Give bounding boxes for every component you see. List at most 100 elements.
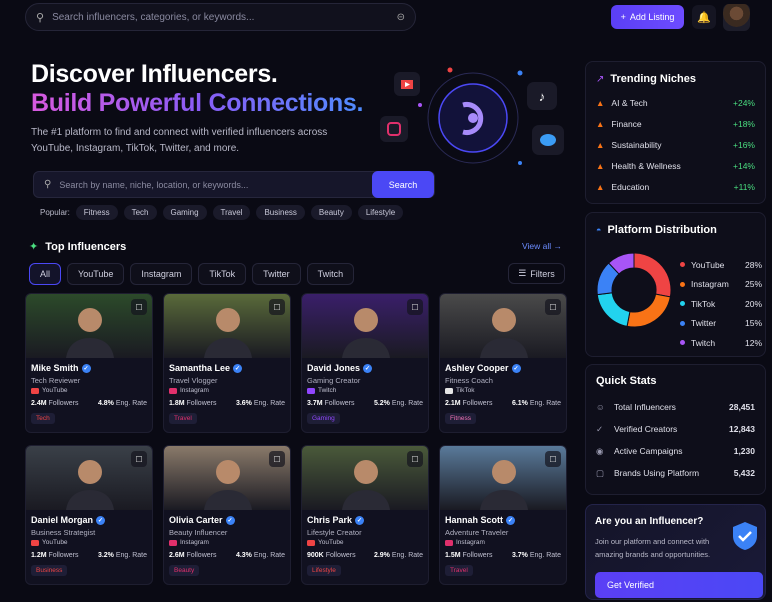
quick-stat-row: ▢ Brands Using Platform 5,432 — [596, 467, 755, 479]
tab-twitter[interactable]: Twitter — [252, 263, 301, 285]
influencer-card[interactable]: ☐ David Jones ✓ Gaming Creator Twitch 3.7… — [301, 293, 429, 433]
influencer-name: David Jones ✓ — [307, 363, 373, 373]
tab-youtube[interactable]: YouTube — [67, 263, 125, 285]
category-tag: Lifestyle — [307, 565, 341, 576]
donut-slice — [633, 252, 672, 298]
quick-stat-row: ☺ Total Influencers 28,451 — [596, 402, 755, 412]
panel-title: Platform Distribution — [607, 224, 717, 236]
influencer-role: Business Strategist — [31, 528, 96, 537]
platform-label: Instagram — [445, 539, 566, 546]
trending-item[interactable]: ▲ Sustainability +16% — [596, 134, 755, 155]
popular-chip[interactable]: Lifestyle — [357, 205, 404, 220]
stat-icon: ▢ — [596, 467, 605, 478]
verified-icon: ✓ — [225, 515, 235, 525]
influencer-stats: 2.6M Followers 4.3% Eng. Rate — [169, 552, 285, 559]
category-tag: Gaming — [307, 413, 340, 424]
influencer-name: Hannah Scott ✓ — [445, 515, 516, 525]
top-influencers-header: ✦ Top Influencers — [29, 240, 126, 254]
hero-search-input[interactable]: Search by name, niche, location, or keyw… — [59, 180, 372, 190]
popular-label: Popular: — [40, 208, 70, 217]
platform-distribution-panel: ◓ Platform Distribution YouTube 28% Instagr… — [585, 212, 766, 357]
influencer-photo: ☐ — [440, 294, 566, 358]
search-icon: ⚲ — [44, 179, 52, 190]
influencer-role: Beauty Influencer — [169, 528, 228, 537]
search-button[interactable]: Search — [372, 171, 434, 198]
influencer-name: Chris Park ✓ — [307, 515, 365, 525]
bookmark-icon[interactable]: ☐ — [545, 299, 561, 315]
platform-label: YouTube — [31, 387, 152, 394]
influencer-card[interactable]: ☐ Mike Smith ✓ Tech Reviewer YouTube 2.4M… — [25, 293, 153, 433]
trending-niches-panel: ↗ Trending Niches ▲ AI & Tech +24% ▲ Finance +… — [585, 61, 766, 204]
popular-chip[interactable]: Fitness — [75, 205, 118, 220]
platform-label: TikTok — [445, 387, 566, 394]
influencer-card[interactable]: ☐ Samantha Lee ✓ Travel Vlogger Instagram… — [163, 293, 291, 433]
platform-orbit-graphic: ♪ — [380, 67, 564, 165]
category-tag: Business — [31, 565, 68, 576]
verified-icon: ✓ — [233, 363, 243, 373]
influencer-stats: 2.1M Followers 6.1% Eng. Rate — [445, 400, 561, 407]
quick-stat-row: ✓ Verified Creators 12,843 — [596, 423, 755, 435]
verified-icon: ✓ — [363, 363, 373, 373]
top-search-bar[interactable]: ⚲ Search influencers, categories, or key… — [25, 3, 416, 31]
influencer-photo: ☐ — [26, 446, 152, 510]
trending-item[interactable]: ▲ Health & Wellness +14% — [596, 155, 755, 176]
top-search-input[interactable]: Search influencers, categories, or keywo… — [52, 12, 397, 23]
plus-icon: + — [620, 12, 626, 22]
influencer-card[interactable]: ☐ Daniel Morgan ✓ Business Strategist You… — [25, 445, 153, 585]
avatar[interactable] — [723, 4, 750, 31]
platform-icon — [31, 539, 39, 546]
notification-bell-icon[interactable]: 🔔 — [692, 5, 716, 29]
platform-label: YouTube — [307, 539, 428, 546]
influencer-photo: ☐ — [302, 294, 428, 358]
cta-text: Join our platform and connect with amazi… — [595, 537, 711, 559]
distribution-item: Twitch 12% — [680, 333, 762, 353]
category-tag: Tech — [31, 413, 55, 424]
verified-icon: ✓ — [96, 515, 106, 525]
tab-twitch[interactable]: Twitch — [306, 263, 355, 285]
hero-search-bar[interactable]: ⚲ Search by name, niche, location, or ke… — [33, 171, 435, 198]
influencer-stats: 1.8M Followers 3.6% Eng. Rate — [169, 400, 285, 407]
bookmark-icon[interactable]: ☐ — [131, 299, 147, 315]
panel-title: Trending Niches — [610, 73, 696, 85]
fire-icon: ▲ — [596, 118, 605, 129]
bookmark-icon[interactable]: ☐ — [269, 451, 285, 467]
bookmark-icon[interactable]: ☐ — [545, 451, 561, 467]
popular-chip[interactable]: Business — [256, 205, 305, 220]
distribution-item: Instagram 25% — [680, 275, 762, 295]
influencer-name: Mike Smith ✓ — [31, 363, 91, 373]
tab-all[interactable]: All — [29, 263, 62, 285]
trending-item[interactable]: ▲ Education +11% — [596, 176, 755, 197]
svg-text:♪: ♪ — [539, 89, 546, 104]
popular-chip[interactable]: Tech — [123, 205, 157, 220]
trending-item[interactable]: ▲ AI & Tech +24% — [596, 92, 755, 113]
bookmark-icon[interactable]: ☐ — [269, 299, 285, 315]
fire-icon: ▲ — [596, 139, 605, 150]
popular-chip[interactable]: Gaming — [162, 205, 207, 220]
category-tag: Travel — [445, 565, 473, 576]
bookmark-icon[interactable]: ☐ — [131, 451, 147, 467]
tab-instagram[interactable]: Instagram — [130, 263, 193, 285]
add-listing-button[interactable]: + Add Listing — [611, 5, 684, 29]
influencer-card[interactable]: ☐ Chris Park ✓ Lifestyle Creator YouTube … — [301, 445, 429, 585]
influencer-card[interactable]: ☐ Ashley Cooper ✓ Fitness Coach TikTok 2.… — [439, 293, 567, 433]
legend-dot — [680, 320, 685, 326]
popular-chip[interactable]: Travel — [212, 205, 251, 220]
trending-item[interactable]: ▲ Finance +18% — [596, 113, 755, 134]
influencer-role: Gaming Creator — [307, 376, 361, 385]
view-all-link[interactable]: View all → — [522, 241, 562, 251]
get-verified-button[interactable]: Get Verified — [595, 572, 763, 598]
bookmark-icon[interactable]: ☐ — [407, 451, 423, 467]
influencer-card[interactable]: ☐ Hannah Scott ✓ Adventure Traveler Insta… — [439, 445, 567, 585]
legend-dot — [680, 262, 685, 268]
filter-icon[interactable]: ⊝ — [397, 12, 405, 23]
bookmark-icon[interactable]: ☐ — [407, 299, 423, 315]
platform-icon — [31, 387, 39, 394]
influencer-role: Adventure Traveler — [445, 528, 509, 537]
filters-button[interactable]: ☰ Filters — [508, 263, 565, 284]
influencer-stats: 3.7M Followers 5.2% Eng. Rate — [307, 400, 423, 407]
tab-tiktok[interactable]: TikTok — [198, 263, 247, 285]
influencer-cta-panel: Are you an Influencer? Join our platform… — [585, 504, 766, 600]
popular-chip[interactable]: Beauty — [310, 205, 352, 220]
influencer-card[interactable]: ☐ Olivia Carter ✓ Beauty Influencer Insta… — [163, 445, 291, 585]
distribution-item: Twitter 15% — [680, 314, 762, 334]
